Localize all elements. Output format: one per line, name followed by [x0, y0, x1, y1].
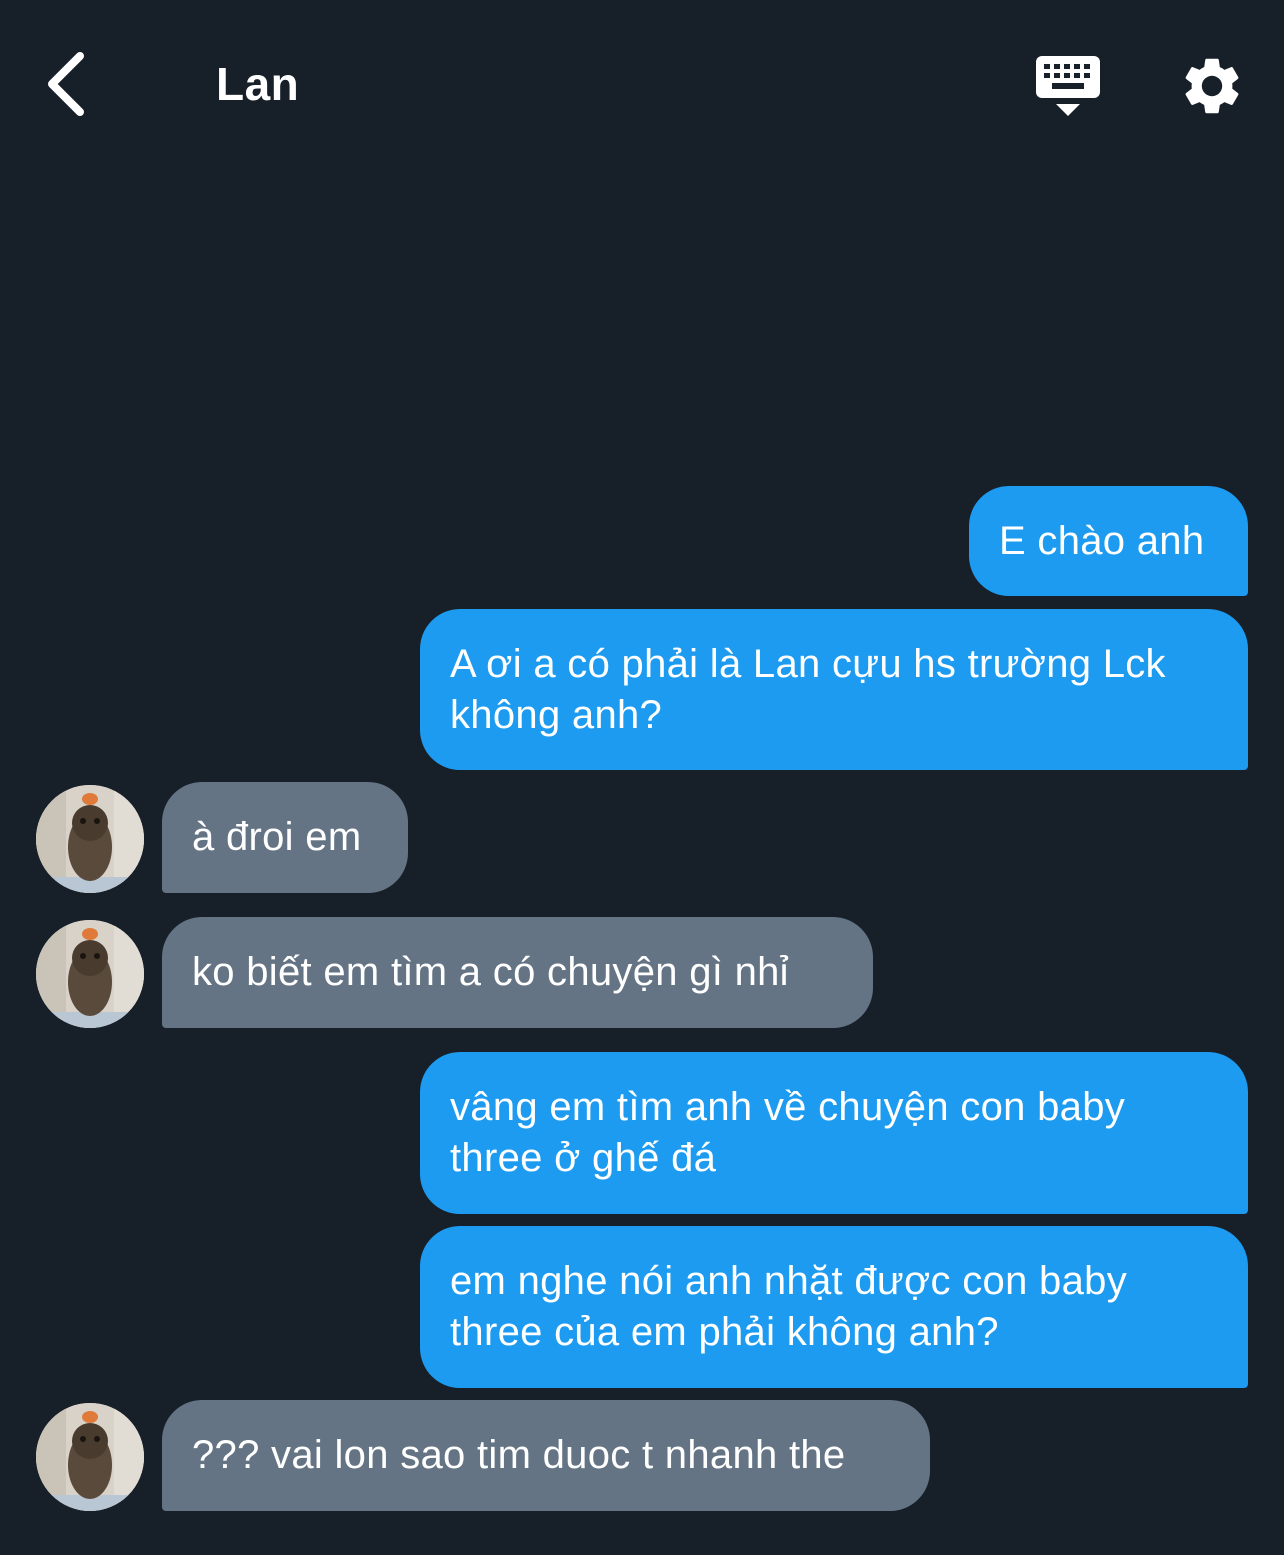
message-bubble-sent[interactable]: E chào anh: [969, 486, 1248, 596]
message-bubble-received[interactable]: ko biết em tìm a có chuyện gì nhỉ: [162, 917, 873, 1028]
keyboard-toggle-button[interactable]: [1030, 52, 1106, 122]
gear-icon: [1185, 58, 1239, 114]
settings-button[interactable]: [1178, 52, 1246, 120]
message-bubble-received[interactable]: à đroi em: [162, 782, 408, 893]
avatar[interactable]: [36, 1403, 144, 1511]
keyboard-hide-icon: [1036, 56, 1100, 116]
message-bubble-sent[interactable]: em nghe nói anh nhặt được con baby three…: [420, 1226, 1248, 1388]
message-bubble-sent[interactable]: vâng em tìm anh về chuyện con baby three…: [420, 1052, 1248, 1214]
avatar-image: [36, 1403, 144, 1511]
avatar[interactable]: [36, 785, 144, 893]
message-bubble-received[interactable]: ??? vai lon sao tim duoc t nhanh the: [162, 1400, 930, 1511]
chat-title[interactable]: Lan: [216, 56, 299, 112]
chat-header: Lan: [0, 0, 1284, 170]
avatar-image: [36, 785, 144, 893]
back-button[interactable]: [36, 46, 100, 122]
chevron-left-icon: [48, 52, 84, 116]
avatar[interactable]: [36, 920, 144, 1028]
message-bubble-sent[interactable]: A ơi a có phải là Lan cựu hs trường Lck …: [420, 609, 1248, 770]
avatar-image: [36, 920, 144, 1028]
